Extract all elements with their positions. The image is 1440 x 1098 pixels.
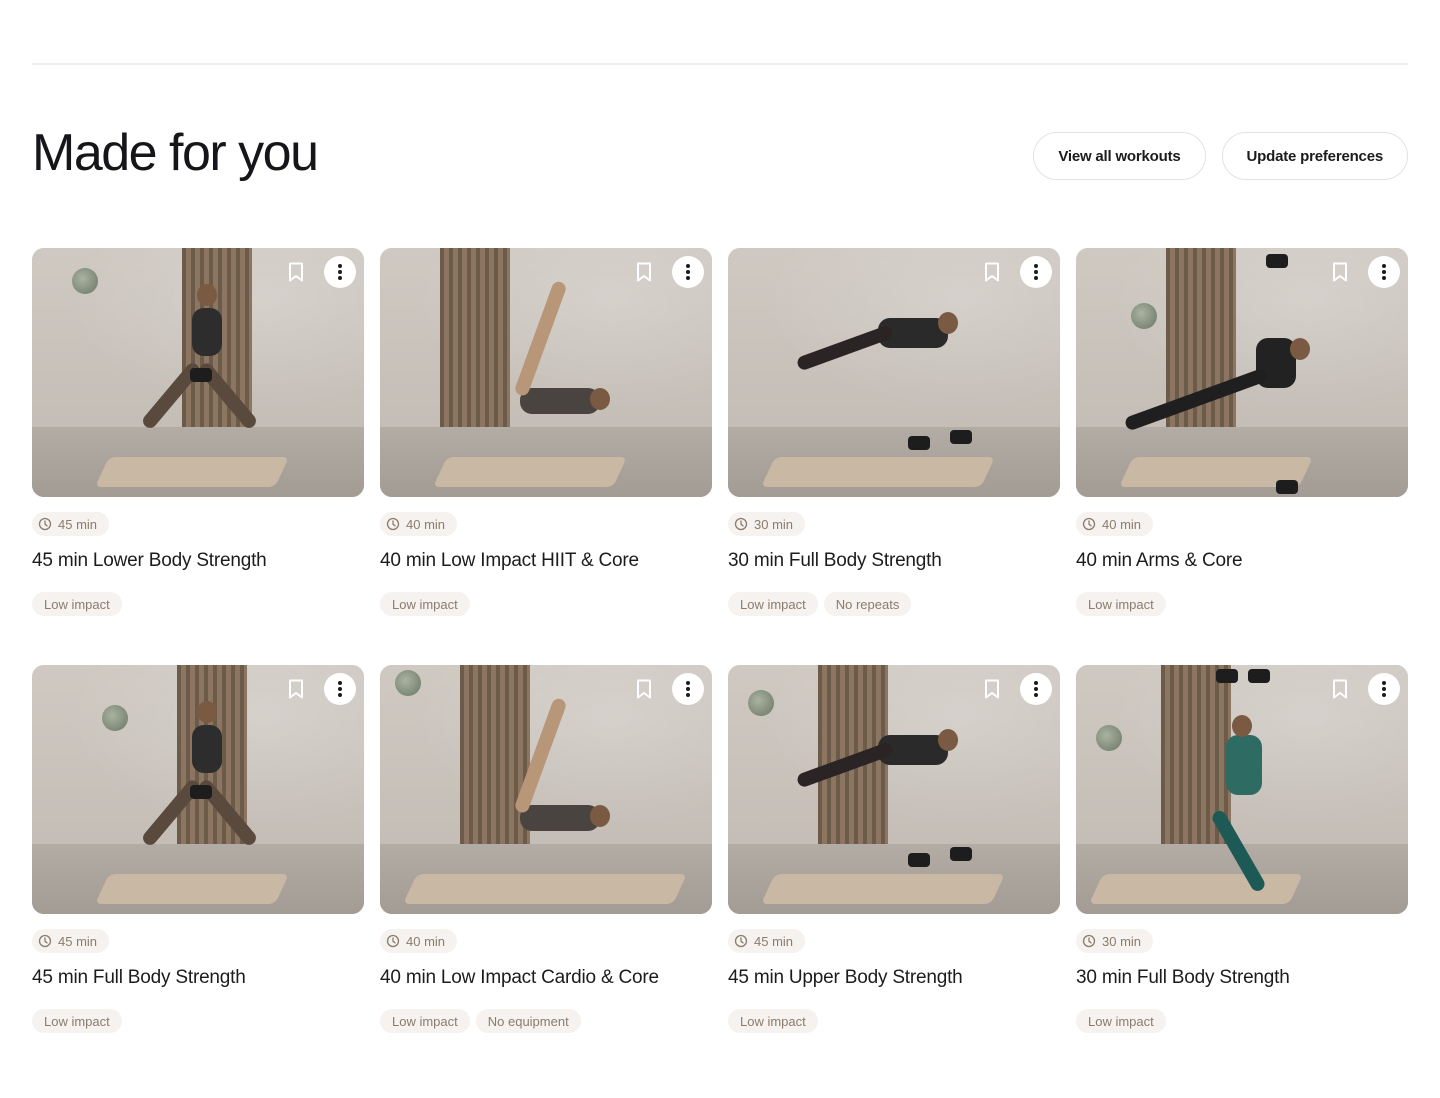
bookmark-icon[interactable] [284, 260, 308, 284]
workout-card[interactable]: 30 min 30 min Full Body Strength Low imp… [728, 248, 1060, 625]
duration-badge: 30 min [728, 512, 806, 536]
tag-list: Low impact [1076, 1009, 1166, 1033]
update-preferences-button[interactable]: Update preferences [1221, 132, 1408, 180]
workout-thumbnail[interactable] [728, 248, 1060, 497]
workout-thumbnail[interactable] [1076, 665, 1408, 914]
trainer-figure [728, 248, 1060, 497]
top-divider [32, 63, 1408, 65]
clock-icon [734, 934, 748, 948]
workout-card[interactable]: 45 min 45 min Upper Body Strength Low im… [728, 665, 1060, 1042]
workout-card[interactable]: 40 min 40 min Low Impact HIIT & Core Low… [380, 248, 712, 625]
tag-list: Low impact [32, 1009, 122, 1033]
duration-label: 40 min [406, 933, 446, 949]
workout-title[interactable]: 40 min Low Impact HIIT & Core [380, 550, 639, 572]
tag: Low impact [728, 1009, 818, 1033]
duration-badge: 40 min [380, 512, 458, 536]
workout-title[interactable]: 40 min Arms & Core [1076, 550, 1243, 572]
workout-thumbnail[interactable] [1076, 248, 1408, 497]
workout-thumbnail[interactable] [32, 665, 364, 914]
tag: No repeats [823, 592, 912, 616]
tag: No equipment [475, 1009, 581, 1033]
clock-icon [1082, 934, 1096, 948]
more-vertical-icon[interactable] [1020, 673, 1052, 705]
workout-grid: 45 min 45 min Lower Body Strength Low im… [32, 248, 1408, 1042]
bookmark-icon[interactable] [632, 677, 656, 701]
duration-label: 30 min [754, 516, 794, 532]
duration-badge: 40 min [380, 929, 458, 953]
bookmark-icon[interactable] [1328, 260, 1352, 284]
clock-icon [38, 517, 52, 531]
duration-badge: 45 min [32, 929, 110, 953]
more-vertical-icon[interactable] [672, 673, 704, 705]
trainer-figure [380, 665, 712, 914]
duration-label: 45 min [58, 933, 98, 949]
workout-title[interactable]: 45 min Upper Body Strength [728, 967, 963, 989]
tag: Low impact [1076, 592, 1166, 616]
clock-icon [38, 934, 52, 948]
trainer-figure [1076, 665, 1408, 914]
tag: Low impact [32, 592, 122, 616]
clock-icon [1082, 517, 1096, 531]
tag-list: Low impact No repeats [728, 592, 912, 616]
tag: Low impact [380, 592, 470, 616]
workout-thumbnail[interactable] [728, 665, 1060, 914]
workout-card[interactable]: 45 min 45 min Full Body Strength Low imp… [32, 665, 364, 1042]
duration-badge: 45 min [32, 512, 110, 536]
duration-badge: 45 min [728, 929, 806, 953]
page-title: Made for you [32, 124, 319, 182]
more-vertical-icon[interactable] [672, 256, 704, 288]
workout-thumbnail[interactable] [32, 248, 364, 497]
workout-card[interactable]: 30 min 30 min Full Body Strength Low imp… [1076, 665, 1408, 1042]
bookmark-icon[interactable] [632, 260, 656, 284]
tag-list: Low impact [1076, 592, 1166, 616]
more-vertical-icon[interactable] [1368, 673, 1400, 705]
header-actions: View all workouts Update preferences [1033, 132, 1408, 180]
workout-card[interactable]: 45 min 45 min Lower Body Strength Low im… [32, 248, 364, 625]
duration-badge: 30 min [1076, 929, 1154, 953]
tag-list: Low impact [32, 592, 122, 616]
workout-thumbnail[interactable] [380, 248, 712, 497]
clock-icon [386, 517, 400, 531]
tag: Low impact [32, 1009, 122, 1033]
tag-list: Low impact No equipment [380, 1009, 581, 1033]
workout-thumbnail[interactable] [380, 665, 712, 914]
duration-label: 40 min [406, 516, 446, 532]
trainer-figure [728, 665, 1060, 914]
duration-label: 40 min [1102, 516, 1142, 532]
clock-icon [386, 934, 400, 948]
bookmark-icon[interactable] [1328, 677, 1352, 701]
bookmark-icon[interactable] [980, 260, 1004, 284]
trainer-figure [380, 248, 712, 497]
tag: Low impact [728, 592, 818, 616]
view-all-workouts-button[interactable]: View all workouts [1033, 132, 1206, 180]
tag-list: Low impact [728, 1009, 818, 1033]
more-vertical-icon[interactable] [1020, 256, 1052, 288]
tag: Low impact [380, 1009, 470, 1033]
trainer-figure [1076, 248, 1408, 497]
workout-title[interactable]: 40 min Low Impact Cardio & Core [380, 967, 659, 989]
duration-label: 45 min [58, 516, 98, 532]
bookmark-icon[interactable] [980, 677, 1004, 701]
workout-card[interactable]: 40 min 40 min Arms & Core Low impact [1076, 248, 1408, 625]
duration-badge: 40 min [1076, 512, 1154, 536]
tag: Low impact [1076, 1009, 1166, 1033]
trainer-figure [32, 248, 364, 497]
bookmark-icon[interactable] [284, 677, 308, 701]
workout-title[interactable]: 30 min Full Body Strength [728, 550, 942, 572]
clock-icon [734, 517, 748, 531]
more-vertical-icon[interactable] [1368, 256, 1400, 288]
more-vertical-icon[interactable] [324, 256, 356, 288]
duration-label: 45 min [754, 933, 794, 949]
more-vertical-icon[interactable] [324, 673, 356, 705]
workout-title[interactable]: 45 min Full Body Strength [32, 967, 246, 989]
workout-title[interactable]: 45 min Lower Body Strength [32, 550, 267, 572]
duration-label: 30 min [1102, 933, 1142, 949]
tag-list: Low impact [380, 592, 470, 616]
workout-card[interactable]: 40 min 40 min Low Impact Cardio & Core L… [380, 665, 712, 1042]
workout-title[interactable]: 30 min Full Body Strength [1076, 967, 1290, 989]
trainer-figure [32, 665, 364, 914]
